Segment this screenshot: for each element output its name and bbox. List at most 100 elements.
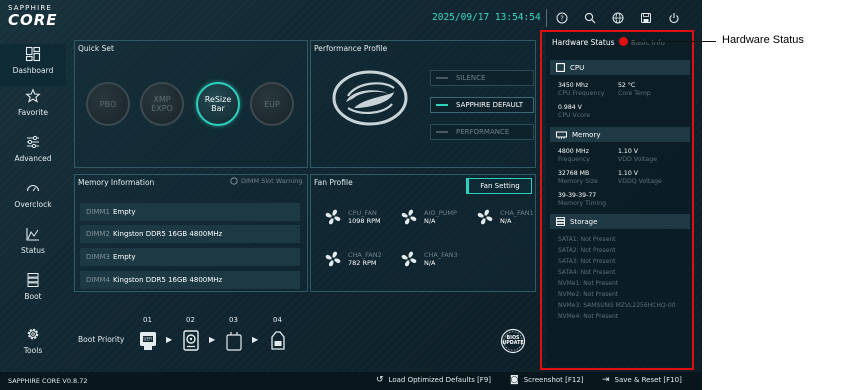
profile-sapphire-default-button[interactable]: SAPPHIRE DEFAULT (430, 97, 534, 113)
eup-toggle[interactable]: EUP (250, 82, 294, 126)
fan-name: AIO_PUMP (424, 209, 457, 217)
fan-speed: 782 RPM (348, 259, 377, 267)
refresh-icon: ↺ (376, 375, 384, 385)
profile-label: PERFORMANCE (456, 128, 510, 136)
expo-label: EXPO (151, 104, 173, 113)
resize-bar-toggle[interactable]: ReSize Bar (196, 82, 240, 126)
fan-icon (325, 251, 341, 267)
quick-set-title: Quick Set (78, 44, 114, 53)
dimm-row: DIMM3 Empty (80, 248, 300, 266)
fan-name: CHA_FAN3 (424, 251, 458, 259)
boot-arrow-icon: ▶ (209, 335, 216, 344)
header-toolbar: ? (548, 8, 688, 28)
uefi-usb-icon[interactable]: UEFI (138, 329, 158, 353)
resize-label: ReSize (204, 95, 232, 104)
sidebar-item-label: Status (21, 246, 45, 255)
dimm-row: DIMM1 Empty (80, 203, 300, 221)
screenshot-button[interactable]: ◙ Screenshot [F12] (510, 375, 584, 385)
fan-cha3: CHA_FAN3 N/A (398, 248, 458, 270)
profile-label: SILENCE (456, 74, 486, 82)
sliders-icon (25, 132, 41, 152)
fan-icon (401, 209, 417, 225)
sidebar-item-boot[interactable]: Boot (0, 270, 66, 312)
performance-profile-title: Performance Profile (314, 44, 388, 53)
help-icon[interactable]: ? (548, 8, 576, 28)
fan-icon (325, 209, 341, 225)
annotation-label: Hardware Status (722, 34, 804, 46)
sidebar-item-dashboard[interactable]: Dashboard (0, 44, 66, 86)
star-icon (25, 86, 41, 106)
language-icon[interactable] (604, 8, 632, 28)
power-icon[interactable] (660, 8, 688, 28)
sapphire-logo-icon (330, 68, 410, 132)
save-reset-button[interactable]: ⇥ Save & Reset [F10] (602, 375, 682, 385)
load-defaults-button[interactable]: ↺ Load Optimized Defaults [F9] (376, 375, 491, 385)
save-icon[interactable] (632, 8, 660, 28)
search-icon[interactable] (576, 8, 604, 28)
dimm-slot-value: Kingston DDR5 16GB 4800MHz (113, 230, 223, 238)
empty-device-icon[interactable] (224, 329, 244, 353)
dimm-warning-label: DIMM Slot Warning (241, 177, 303, 185)
xmp-expo-toggle[interactable]: XMP EXPO (140, 82, 184, 126)
fan-speed: N/A (424, 217, 436, 225)
system-datetime: 2025/09/17 13:54:54 (432, 12, 541, 23)
fan-setting-button[interactable]: Fan Setting (466, 178, 532, 194)
hardware-status-highlight (540, 30, 694, 370)
sidebar-item-favorite[interactable]: Favorite (0, 86, 66, 128)
dimm-slot-label: DIMM1 (86, 208, 110, 216)
pbo-label: PBO (99, 99, 117, 109)
sidebar-item-status[interactable]: Status (0, 224, 66, 266)
dimm-row: DIMM2 Kingston DDR5 16GB 4800MHz (80, 225, 300, 243)
fan-cha1: CHA_FAN1 N/A (474, 206, 534, 228)
screenshot-label: Screenshot [F12] (523, 376, 584, 384)
xmp-label: XMP (153, 95, 171, 104)
version-label: SAPPHIRE CORE V0.8.72 (8, 377, 88, 385)
dimm-slot-label: DIMM3 (86, 253, 110, 261)
pbo-toggle[interactable]: PBO (86, 82, 130, 126)
gauge-icon (25, 178, 41, 198)
dimm-slot-warning[interactable]: DIMM Slot Warning (230, 177, 302, 185)
profile-indicator (436, 77, 448, 79)
network-icon[interactable] (268, 329, 288, 353)
svg-text:?: ? (560, 15, 564, 23)
memory-information-title: Memory Information (78, 178, 155, 187)
profile-performance-button[interactable]: PERFORMANCE (430, 124, 534, 140)
fan-speed: N/A (424, 259, 436, 267)
boot-slot-number: 01 (143, 316, 152, 324)
bios-update-line2: UPDATE (502, 341, 524, 347)
fan-name: CHA_FAN1 (500, 209, 534, 217)
logo-product: CORE (8, 11, 58, 29)
sidebar-item-label: Favorite (18, 108, 48, 117)
bios-app-window: SAPPHIRE CORE 2025/09/17 13:54:54 ? Dash… (0, 0, 702, 390)
load-defaults-label: Load Optimized Defaults [F9] (388, 376, 492, 384)
boot-slot-number: 04 (273, 316, 282, 324)
sidebar-item-label: Dashboard (12, 66, 54, 75)
sapphire-core-logo: SAPPHIRE CORE (8, 4, 58, 28)
warning-circle-icon (230, 177, 238, 185)
fan-cpu: CPU_FAN 1098 RPM (322, 206, 381, 228)
dashboard-icon (25, 44, 41, 64)
eup-label: EUP (264, 99, 280, 109)
boot-slot-number: 02 (186, 316, 195, 324)
sidebar-item-label: Advanced (14, 154, 52, 163)
fan-name: CHA_FAN2 (348, 251, 382, 259)
sidebar-item-overclock[interactable]: Overclock (0, 178, 66, 220)
server-icon (25, 270, 41, 290)
annotation-line (624, 41, 716, 42)
chart-icon (25, 224, 41, 244)
bar-label: Bar (211, 104, 225, 113)
fan-name: CPU_FAN (348, 209, 377, 217)
hard-disk-icon[interactable] (181, 329, 201, 353)
profile-silence-button[interactable]: SILENCE (430, 70, 534, 86)
dimm-slot-value: Empty (113, 208, 136, 216)
exit-icon: ⇥ (602, 375, 610, 385)
boot-arrow-icon: ▶ (166, 335, 173, 344)
sidebar-item-tools[interactable]: Tools (0, 324, 66, 366)
svg-text:UEFI: UEFI (144, 337, 153, 342)
dimm-slot-label: DIMM4 (86, 276, 110, 284)
bios-update-button[interactable]: BIOS UPDATE (500, 328, 526, 358)
gear-icon (25, 324, 41, 344)
dimm-slot-value: Empty (113, 253, 136, 261)
dimm-slot-label: DIMM2 (86, 230, 110, 238)
sidebar-item-advanced[interactable]: Advanced (0, 132, 66, 174)
